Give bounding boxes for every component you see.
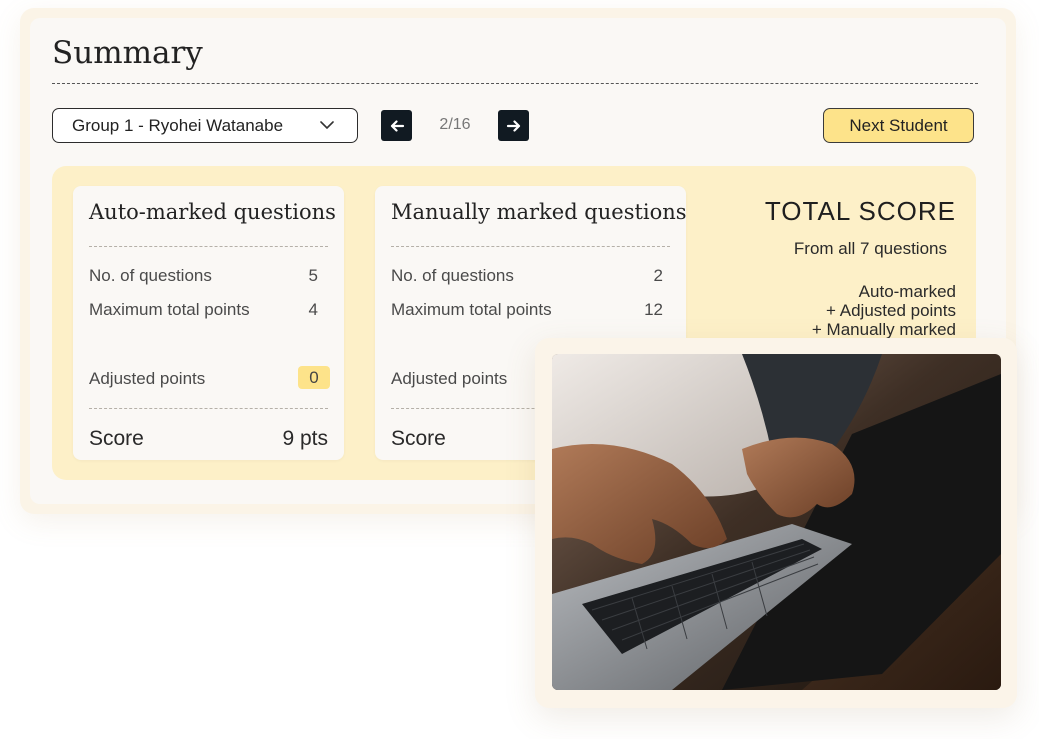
max-points-label: Maximum total points bbox=[89, 300, 250, 319]
card-divider bbox=[391, 246, 670, 247]
auto-marked-title: Auto-marked questions bbox=[89, 200, 336, 224]
card-divider bbox=[89, 408, 328, 409]
arrow-right-icon bbox=[506, 119, 520, 132]
previous-student-button[interactable] bbox=[381, 110, 412, 141]
score-label: Score bbox=[89, 427, 144, 450]
next-page-button[interactable] bbox=[498, 110, 529, 141]
laptop-typing-photo bbox=[552, 354, 1001, 690]
auto-marked-card: Auto-marked questions No. of questions 5… bbox=[73, 186, 344, 460]
adjusted-points-input[interactable]: 0 bbox=[298, 366, 330, 389]
adjusted-points-label: Adjusted points bbox=[391, 369, 508, 388]
score-value: 9 pts bbox=[282, 427, 328, 450]
total-score-subtitle: From all 7 questions bbox=[793, 239, 947, 258]
max-points-label: Maximum total points bbox=[391, 300, 552, 319]
total-formula-line: Auto-marked bbox=[858, 282, 956, 301]
arrow-left-icon bbox=[390, 119, 404, 132]
chevron-down-icon bbox=[320, 121, 334, 129]
score-label: Score bbox=[391, 427, 446, 450]
student-select-value: Group 1 - Ryohei Watanabe bbox=[72, 115, 284, 135]
adjusted-points-label: Adjusted points bbox=[89, 369, 206, 388]
next-student-button[interactable]: Next Student bbox=[823, 108, 974, 143]
page-title: Summary bbox=[52, 35, 203, 71]
max-points-value: 12 bbox=[644, 300, 663, 319]
title-divider bbox=[52, 83, 978, 84]
manual-marked-title: Manually marked questions bbox=[391, 200, 687, 224]
num-questions-label: No. of questions bbox=[391, 266, 514, 285]
max-points-value: 4 bbox=[308, 300, 318, 319]
total-formula-line: + Manually marked bbox=[811, 320, 956, 339]
num-questions-value: 2 bbox=[653, 266, 663, 285]
num-questions-value: 5 bbox=[308, 266, 318, 285]
student-select[interactable]: Group 1 - Ryohei Watanabe bbox=[52, 108, 358, 143]
num-questions-label: No. of questions bbox=[89, 266, 212, 285]
pager-indicator: 2/16 bbox=[439, 116, 471, 133]
total-formula-line: + Adjusted points bbox=[826, 301, 956, 320]
laptop-typing-illustration bbox=[552, 354, 1001, 690]
card-divider bbox=[89, 246, 328, 247]
total-score-title: TOTAL SCORE bbox=[764, 196, 956, 226]
